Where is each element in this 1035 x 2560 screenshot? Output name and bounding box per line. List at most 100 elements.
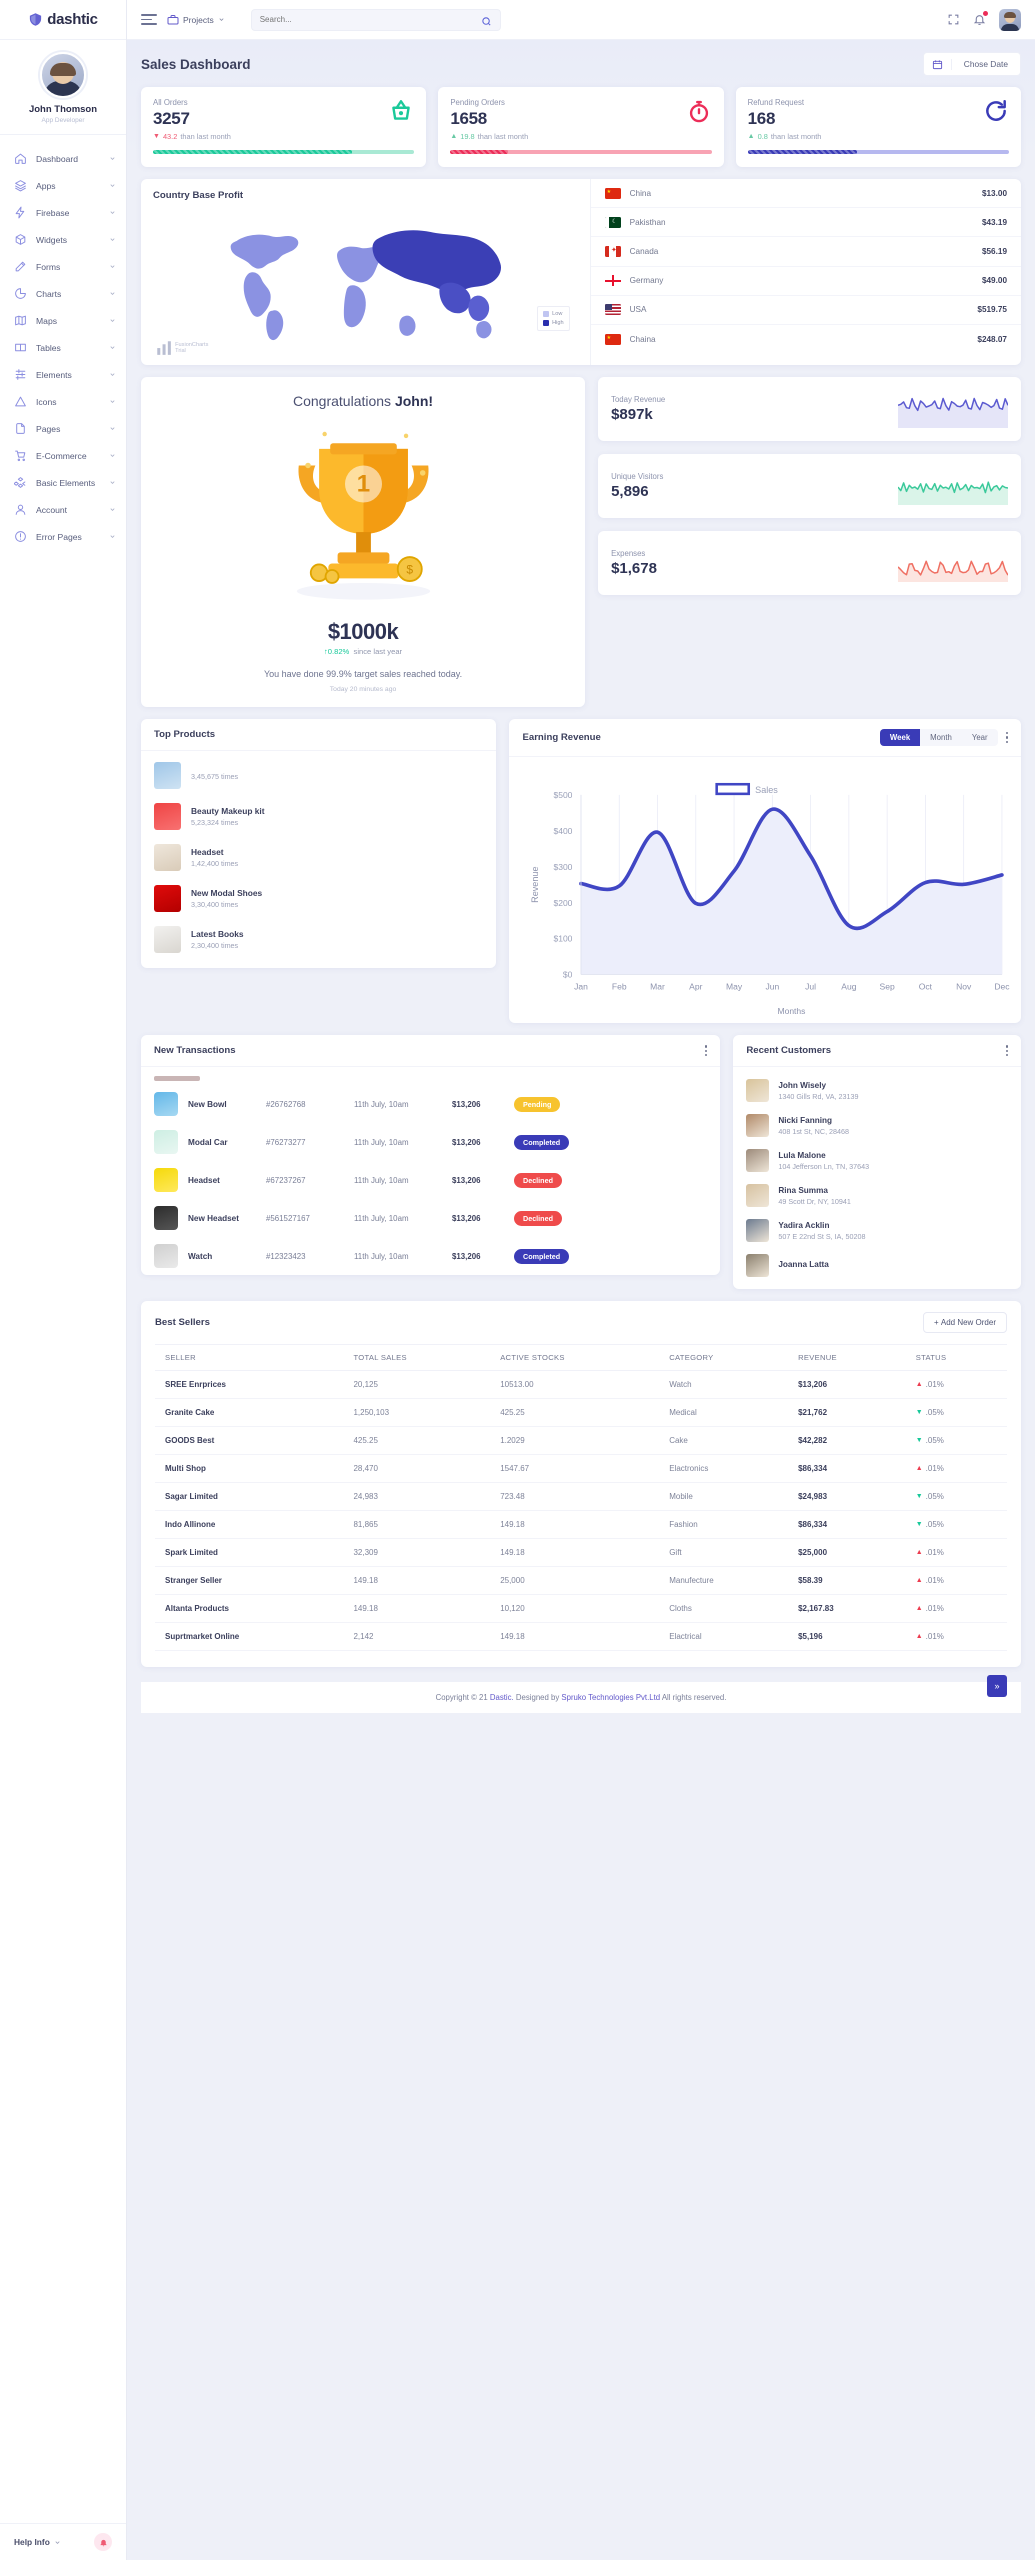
svg-text:Aug: Aug bbox=[842, 981, 857, 991]
chevron-down-icon bbox=[109, 344, 116, 351]
country-row[interactable]: ✦ Canada $56.19 bbox=[590, 237, 1021, 267]
transaction-row[interactable]: New Bowl #26762768 11th July, 10am $13,2… bbox=[141, 1085, 720, 1123]
table-row[interactable]: Suprtmarket Online 2,142 149.18 Elactric… bbox=[155, 1622, 1007, 1652]
product-row[interactable]: Beauty Makeup kit 5,23,324 times bbox=[141, 796, 496, 837]
product-row[interactable]: New Modal Shoes 3,30,400 times bbox=[141, 878, 496, 919]
sidebar-item-tables[interactable]: Tables bbox=[0, 334, 126, 361]
tab-month[interactable]: Month bbox=[920, 729, 962, 746]
table-row[interactable]: Sagar Limited 24,983 723.48 Mobile $24,9… bbox=[155, 1482, 1007, 1512]
product-row[interactable]: Headset 1,42,400 times bbox=[141, 837, 496, 878]
customer-row[interactable]: Nicki Fanning 408 1st St, NC, 28468 bbox=[733, 1108, 1021, 1143]
customer-row[interactable]: Rina Summa 49 Scott Dr, NY, 10941 bbox=[733, 1178, 1021, 1213]
table-row[interactable]: SREE Enrprices 20,125 10513.00 Watch $13… bbox=[155, 1370, 1007, 1400]
best-sellers-table-wrap: SELLER TOTAL SALES ACTIVE STOCKS CATEGORY RE… bbox=[141, 1344, 1021, 1667]
sidebar-item-e-commerce[interactable]: E-Commerce bbox=[0, 442, 126, 469]
search-box[interactable] bbox=[250, 8, 501, 31]
transaction-id: #76273277 bbox=[266, 1137, 306, 1147]
more-vertical-icon[interactable] bbox=[998, 731, 1008, 744]
bolt-icon bbox=[14, 206, 27, 219]
transaction-date: 11th July, 10am bbox=[354, 1137, 409, 1147]
fullscreen-icon[interactable] bbox=[947, 13, 960, 26]
more-vertical-icon[interactable] bbox=[998, 1045, 1008, 1057]
transaction-row[interactable]: Modal Car #76273277 11th July, 10am $13,… bbox=[141, 1123, 720, 1161]
sidebar-item-apps[interactable]: Apps bbox=[0, 172, 126, 199]
product-row[interactable]: Latest Books 2,30,400 times bbox=[141, 919, 496, 960]
table-row[interactable]: GOODS Best 425.25 1.2029 Cake $42,282 ▼ … bbox=[155, 1426, 1007, 1456]
choose-date-button[interactable]: Chose Date bbox=[922, 52, 1021, 76]
earning-revenue-header: Earning Revenue Week Month Year bbox=[509, 719, 1021, 757]
customer-row[interactable]: John Wisely 1340 Gills Rd, VA, 23139 bbox=[733, 1073, 1021, 1108]
table-row[interactable]: Granite Cake 1,250,103 425.25 Medical $2… bbox=[155, 1398, 1007, 1428]
search-input[interactable] bbox=[259, 15, 481, 24]
projects-menu[interactable]: Projects bbox=[167, 14, 225, 26]
customer-row[interactable]: Yadira Acklin 507 E 22nd St S, IA, 50208 bbox=[733, 1213, 1021, 1248]
notification-bell-icon[interactable] bbox=[973, 11, 988, 26]
flag-icon-cn: ★ bbox=[604, 187, 621, 199]
status-badge: Completed bbox=[514, 1134, 570, 1150]
table-row[interactable]: Multi Shop 28,470 1547.67 Elactronics $8… bbox=[155, 1454, 1007, 1484]
cell-category: Watch bbox=[659, 1370, 789, 1400]
chevron-down-icon bbox=[109, 209, 116, 216]
table-row[interactable]: Spark Limited 32,309 149.18 Gift $25,000… bbox=[155, 1538, 1007, 1568]
transaction-row[interactable]: New Headset #561527167 11th July, 10am $… bbox=[141, 1199, 720, 1237]
earning-revenue-chart[interactable]: $0 $100 $200 $300 $400 $500 Jan Feb Mar Apr May Jun… bbox=[509, 757, 1021, 1023]
world-map[interactable]: Low High FusionCharts Trial bbox=[153, 207, 578, 359]
column-header: SELLER bbox=[155, 1344, 344, 1372]
transaction-row[interactable]: Watch #12323423 11th July, 10am $13,206 … bbox=[141, 1237, 720, 1275]
table-row[interactable]: Stranger Seller 149.18 25,000 Manufectur… bbox=[155, 1566, 1007, 1596]
sidebar-item-charts[interactable]: Charts bbox=[0, 280, 126, 307]
sidebar-item-pages[interactable]: Pages bbox=[0, 415, 126, 442]
country-row[interactable]: ★ China $13.00 bbox=[590, 179, 1021, 209]
add-new-order-button[interactable]: + Add New Order bbox=[922, 1312, 1007, 1334]
country-row[interactable]: ☾ Pakisthan $43.19 bbox=[590, 208, 1021, 238]
customer-row[interactable]: Lula Malone 104 Jefferson Ln, TN, 37643 bbox=[733, 1143, 1021, 1178]
help-info-row[interactable]: Help Info bbox=[0, 2523, 126, 2560]
cell-total-sales: 1,250,103 bbox=[343, 1398, 491, 1428]
congrats-amount: $1000k bbox=[327, 619, 399, 644]
customer-row[interactable]: Joanna Latta bbox=[733, 1248, 1021, 1283]
country-row[interactable]: USA $519.75 bbox=[590, 296, 1021, 325]
country-row[interactable]: Germany $49.00 bbox=[590, 267, 1021, 296]
sidebar-item-elements[interactable]: Elements bbox=[0, 361, 126, 388]
topbar-actions bbox=[947, 8, 1021, 31]
transaction-row[interactable]: Headset #67237267 11th July, 10am $13,20… bbox=[141, 1161, 720, 1199]
sidebar-item-icons[interactable]: Icons bbox=[0, 388, 126, 415]
transaction-thumbnail bbox=[154, 1168, 178, 1193]
sidebar-item-account[interactable]: Account bbox=[0, 496, 126, 523]
product-times: 1,42,400 times bbox=[191, 859, 239, 868]
transaction-id: #12323423 bbox=[266, 1251, 306, 1261]
search-icon[interactable] bbox=[481, 14, 492, 26]
app-root: dashtic John Thomson App Developer Dashb… bbox=[0, 0, 1035, 2560]
transaction-thumbnail bbox=[154, 1206, 178, 1231]
cell-seller: GOODS Best bbox=[155, 1426, 344, 1456]
avatar[interactable] bbox=[40, 52, 86, 98]
sidebar-item-widgets[interactable]: Widgets bbox=[0, 226, 126, 253]
customer-name: Lula Malone bbox=[778, 1150, 826, 1160]
user-avatar[interactable] bbox=[999, 8, 1021, 31]
chevron-up-icon[interactable]: » bbox=[987, 1675, 1007, 1698]
sidebar-item-maps[interactable]: Maps bbox=[0, 307, 126, 334]
cell-status: ▼ .05% bbox=[905, 1398, 1007, 1428]
more-vertical-icon[interactable] bbox=[697, 1045, 708, 1057]
tab-week[interactable]: Week bbox=[879, 729, 921, 746]
footer-brand-link[interactable]: Dastic. bbox=[490, 1693, 514, 1702]
cell-category: Elactronics bbox=[659, 1454, 789, 1484]
table-row[interactable]: Indo Allinone 81,865 149.18 Fashion $86,… bbox=[155, 1510, 1007, 1540]
sidebar-item-basic-elements[interactable]: Basic Elements bbox=[0, 469, 126, 496]
sidebar-item-error-pages[interactable]: Error Pages bbox=[0, 523, 126, 550]
tab-year[interactable]: Year bbox=[962, 729, 998, 746]
brand-logo-area[interactable]: dashtic bbox=[0, 0, 126, 40]
topbar: Projects bbox=[127, 0, 1035, 40]
customer-text: Joanna Latta bbox=[778, 1260, 829, 1271]
hamburger-icon[interactable] bbox=[141, 11, 157, 28]
cell-seller: Altanta Products bbox=[155, 1594, 344, 1624]
footer-company-link[interactable]: Spruko Technologies Pvt.Ltd bbox=[561, 1693, 660, 1702]
product-row[interactable]: 3,45,675 times bbox=[141, 755, 496, 796]
sidebar-item-firebase[interactable]: Firebase bbox=[0, 199, 126, 226]
sidebar-item-dashboard[interactable]: Dashboard bbox=[0, 145, 126, 172]
table-row[interactable]: Altanta Products 149.18 10,120 Cloths $2… bbox=[155, 1594, 1007, 1624]
bell-icon[interactable] bbox=[94, 2533, 112, 2551]
sidebar-profile: John Thomson App Developer bbox=[0, 40, 126, 135]
sidebar-item-forms[interactable]: Forms bbox=[0, 253, 126, 280]
country-row[interactable]: ★ Chaina $248.07 bbox=[591, 325, 1021, 353]
